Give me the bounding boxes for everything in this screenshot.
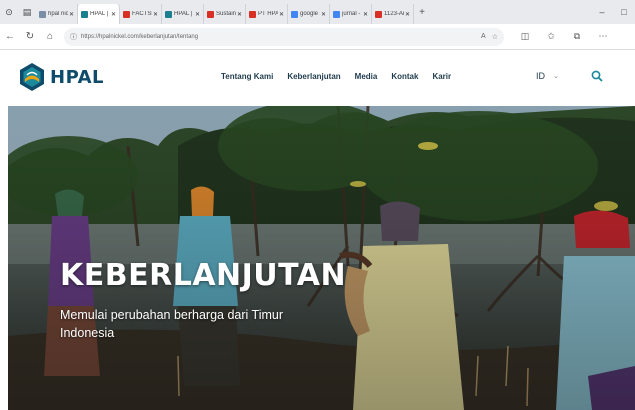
tab-close-icon[interactable]: ✕ (237, 11, 242, 18)
tab-label: HPAL | Ke (174, 11, 194, 17)
url-text[interactable]: https://hpalnickel.com/keberlanjutan/ten… (81, 34, 475, 40)
window-controls: – □ (591, 0, 635, 24)
tab-favicon-icon (207, 10, 214, 18)
tab-favicon-icon (333, 10, 340, 18)
back-icon[interactable]: ← (0, 31, 20, 42)
logo-text: HPAL (50, 66, 105, 88)
tab-favicon-icon (81, 10, 88, 18)
tab-close-icon[interactable]: ✕ (405, 11, 410, 18)
browser-tab[interactable]: Sustaina✕ (204, 4, 246, 24)
site-header: HPAL Tentang Kami Keberlanjutan Media Ko… (0, 50, 635, 106)
browser-tab[interactable]: google s✕ (288, 4, 330, 24)
favorites-icon[interactable]: ✩ (538, 31, 564, 42)
tab-label: FACTSHE (132, 11, 152, 17)
tab-favicon-icon (39, 10, 46, 18)
tab-close-icon[interactable]: ✕ (195, 11, 200, 18)
read-aloud-icon[interactable]: A (481, 33, 486, 40)
main-menu: Tentang Kami Keberlanjutan Media Kontak … (221, 72, 465, 81)
tab-label: HPAL | Ke (90, 11, 110, 17)
tab-favicon-icon (165, 10, 172, 18)
favorite-star-icon[interactable]: ☆ (492, 33, 498, 41)
tab-close-icon[interactable]: ✕ (69, 11, 74, 18)
chevron-down-icon: ⌄ (553, 73, 559, 80)
info-icon[interactable]: ⓘ (70, 32, 77, 42)
split-screen-icon[interactable]: ◫ (512, 31, 538, 42)
browser-tab[interactable]: jurnal - G✕ (330, 4, 372, 24)
collections-icon[interactable]: ⧉ (564, 31, 590, 42)
maximize-button[interactable]: □ (613, 7, 635, 17)
tab-close-icon[interactable]: ✕ (321, 11, 326, 18)
browser-tab[interactable]: 1123-Arti✕ (372, 4, 414, 24)
browser-tab[interactable]: HPAL | Ke✕ (162, 4, 204, 24)
new-tab-button[interactable]: + (414, 7, 430, 18)
home-icon[interactable]: ⌂ (40, 31, 60, 42)
hero-subtitle: Memulai perubahan berharga dari Timur In… (60, 308, 284, 340)
tab-favicon-icon (249, 10, 256, 18)
tab-favicon-icon (375, 10, 382, 18)
hero-banner: KEBERLANJUTAN Memulai perubahan berharga… (8, 106, 635, 410)
browser-tab[interactable]: hpal nick✕ (36, 4, 78, 24)
search-icon[interactable] (590, 69, 604, 83)
address-bar-row: ← ↻ ⌂ ⓘ https://hpalnickel.com/keberlanj… (0, 24, 635, 50)
url-field[interactable]: ⓘ https://hpalnickel.com/keberlanjutan/t… (64, 27, 504, 46)
browser-tab[interactable]: FACTSHE✕ (120, 4, 162, 24)
tab-close-icon[interactable]: ✕ (111, 11, 116, 18)
menu-item-tentang-kami[interactable]: Tentang Kami (221, 72, 273, 81)
browser-tab-strip: ⊙ ▤ hpal nick✕HPAL | Ke✕FACTSHE✕HPAL | K… (0, 0, 635, 24)
language-selector[interactable]: ID ⌄ (536, 71, 559, 81)
tab-overview-icon[interactable]: ▤ (18, 0, 36, 24)
browser-tab[interactable]: HPAL | Ke✕ (78, 4, 120, 24)
tab-label: hpal nick (48, 11, 68, 17)
tab-close-icon[interactable]: ✕ (153, 11, 158, 18)
hpal-logo-icon (20, 63, 44, 91)
tab-label: PT HPAL (258, 11, 278, 17)
language-label: ID (536, 71, 545, 81)
menu-item-keberlanjutan[interactable]: Keberlanjutan (287, 72, 340, 81)
tab-close-icon[interactable]: ✕ (279, 11, 284, 18)
tab-close-icon[interactable]: ✕ (363, 11, 368, 18)
refresh-icon[interactable]: ↻ (20, 31, 40, 42)
menu-item-media[interactable]: Media (355, 72, 378, 81)
tab-label: Sustaina (216, 11, 236, 17)
tab-favicon-icon (291, 10, 298, 18)
browser-tabs: hpal nick✕HPAL | Ke✕FACTSHE✕HPAL | Ke✕Su… (36, 0, 414, 24)
more-menu-icon[interactable]: ⋯ (590, 31, 616, 42)
menu-item-kontak[interactable]: Kontak (391, 72, 418, 81)
browser-tab[interactable]: PT HPAL✕ (246, 4, 288, 24)
menu-item-karir[interactable]: Karir (432, 72, 451, 81)
hero-title: KEBERLANJUTAN (60, 258, 347, 293)
site-logo[interactable]: HPAL (18, 62, 104, 92)
tab-actions-icon[interactable]: ⊙ (0, 0, 18, 24)
tab-label: 1123-Arti (384, 11, 404, 17)
tab-label: google s (300, 11, 320, 17)
tab-label: jurnal - G (342, 11, 362, 17)
minimize-button[interactable]: – (591, 7, 613, 17)
tab-favicon-icon (123, 10, 130, 18)
